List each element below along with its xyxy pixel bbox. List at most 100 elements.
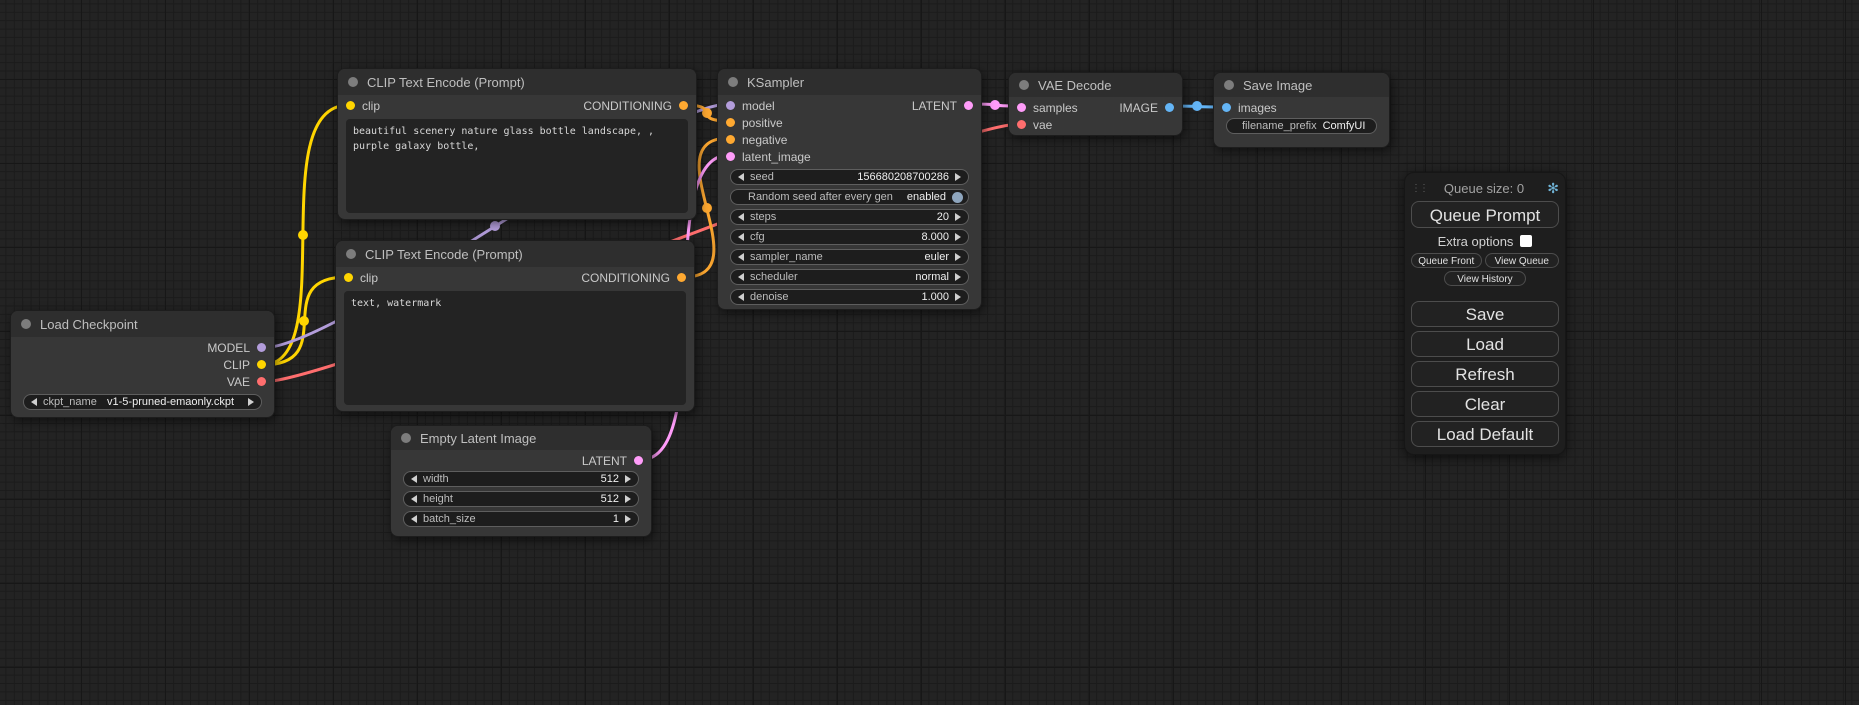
decrement-arrow-icon[interactable] xyxy=(411,495,417,503)
increment-arrow-icon[interactable] xyxy=(955,273,961,281)
denoise-widget[interactable]: denoise 1.000 xyxy=(730,289,969,305)
increment-arrow-icon[interactable] xyxy=(955,293,961,301)
output-latent[interactable]: LATENT xyxy=(391,452,651,469)
output-vae[interactable]: VAE xyxy=(11,373,274,390)
decrement-arrow-icon[interactable] xyxy=(738,173,744,181)
sampler-name-widget[interactable]: sampler_name euler xyxy=(730,249,969,265)
width-widget[interactable]: width 512 xyxy=(403,471,639,487)
collapse-dot-icon[interactable] xyxy=(21,319,31,329)
node-save-image[interactable]: Save Image images filename_prefix ComfyU… xyxy=(1213,72,1390,148)
collapse-dot-icon[interactable] xyxy=(1019,80,1029,90)
model-socket-icon[interactable] xyxy=(257,343,266,352)
conditioning-socket-icon[interactable] xyxy=(679,101,688,110)
increment-arrow-icon[interactable] xyxy=(625,495,631,503)
decrement-arrow-icon[interactable] xyxy=(738,233,744,241)
steps-widget[interactable]: steps 20 xyxy=(730,209,969,225)
input-vae[interactable]: vae xyxy=(1009,116,1182,133)
clip-socket-icon[interactable] xyxy=(344,273,353,282)
drag-handle-icon[interactable]: ⋮⋮ xyxy=(1411,183,1425,194)
conditioning-socket-icon[interactable] xyxy=(726,135,735,144)
decrement-arrow-icon[interactable] xyxy=(738,213,744,221)
refresh-button[interactable]: Refresh xyxy=(1411,361,1559,387)
latent-socket-icon[interactable] xyxy=(1017,103,1026,112)
latent-socket-icon[interactable] xyxy=(726,152,735,161)
collapse-dot-icon[interactable] xyxy=(1224,80,1234,90)
queue-front-button[interactable]: Queue Front xyxy=(1411,253,1482,268)
output-conditioning[interactable]: CONDITIONING xyxy=(581,271,686,285)
view-history-button[interactable]: View History xyxy=(1444,271,1526,286)
input-clip[interactable]: clip xyxy=(346,99,380,113)
increment-arrow-icon[interactable] xyxy=(955,173,961,181)
extra-options-checkbox[interactable] xyxy=(1520,235,1532,247)
node-title-bar[interactable]: Save Image xyxy=(1214,73,1389,97)
input-images[interactable]: images xyxy=(1214,99,1389,116)
decrement-arrow-icon[interactable] xyxy=(738,253,744,261)
latent-socket-icon[interactable] xyxy=(964,101,973,110)
toggle-knob-icon[interactable] xyxy=(952,192,963,203)
output-latent[interactable]: LATENT xyxy=(871,97,981,114)
decrement-arrow-icon[interactable] xyxy=(411,475,417,483)
load-default-button[interactable]: Load Default xyxy=(1411,421,1559,447)
increment-arrow-icon[interactable] xyxy=(625,515,631,523)
increment-arrow-icon[interactable] xyxy=(248,398,254,406)
decrement-arrow-icon[interactable] xyxy=(738,293,744,301)
increment-arrow-icon[interactable] xyxy=(955,253,961,261)
settings-gear-icon[interactable]: ✻ xyxy=(1543,180,1559,197)
node-title-bar[interactable]: KSampler xyxy=(718,69,981,95)
latent-socket-icon[interactable] xyxy=(634,456,643,465)
input-clip[interactable]: clip xyxy=(344,271,378,285)
output-image[interactable]: IMAGE xyxy=(1092,99,1182,116)
decrement-arrow-icon[interactable] xyxy=(411,515,417,523)
prompt-textarea[interactable]: beautiful scenery nature glass bottle la… xyxy=(346,119,688,213)
load-button[interactable]: Load xyxy=(1411,331,1559,357)
image-socket-icon[interactable] xyxy=(1222,103,1231,112)
increment-arrow-icon[interactable] xyxy=(955,213,961,221)
view-queue-button[interactable]: View Queue xyxy=(1485,253,1559,268)
collapse-dot-icon[interactable] xyxy=(346,249,356,259)
output-conditioning[interactable]: CONDITIONING xyxy=(583,99,688,113)
collapse-dot-icon[interactable] xyxy=(401,433,411,443)
node-clip-text-encode-positive[interactable]: CLIP Text Encode (Prompt) clip CONDITION… xyxy=(337,68,697,220)
queue-prompt-button[interactable]: Queue Prompt xyxy=(1411,201,1559,228)
node-empty-latent-image[interactable]: Empty Latent Image LATENT width 512 heig… xyxy=(390,425,652,537)
input-negative[interactable]: negative xyxy=(718,131,981,148)
node-title-bar[interactable]: Empty Latent Image xyxy=(391,426,651,450)
output-model[interactable]: MODEL xyxy=(11,339,274,356)
clip-socket-icon[interactable] xyxy=(346,101,355,110)
conditioning-socket-icon[interactable] xyxy=(677,273,686,282)
node-graph-canvas[interactable]: Load Checkpoint MODEL CLIP VAE ckpt_name… xyxy=(0,0,1859,705)
node-clip-text-encode-negative[interactable]: CLIP Text Encode (Prompt) clip CONDITION… xyxy=(335,240,695,412)
decrement-arrow-icon[interactable] xyxy=(738,273,744,281)
ckpt-name-widget[interactable]: ckpt_name v1-5-pruned-emaonly.ckpt xyxy=(23,394,262,410)
node-title-bar[interactable]: CLIP Text Encode (Prompt) xyxy=(338,69,696,95)
node-ksampler[interactable]: KSampler LATENT model positive negative … xyxy=(717,68,982,310)
input-positive[interactable]: positive xyxy=(718,114,981,131)
scheduler-widget[interactable]: scheduler normal xyxy=(730,269,969,285)
increment-arrow-icon[interactable] xyxy=(625,475,631,483)
cfg-widget[interactable]: cfg 8.000 xyxy=(730,229,969,245)
collapse-dot-icon[interactable] xyxy=(348,77,358,87)
decrement-arrow-icon[interactable] xyxy=(31,398,37,406)
image-socket-icon[interactable] xyxy=(1165,103,1174,112)
vae-socket-icon[interactable] xyxy=(1017,120,1026,129)
model-socket-icon[interactable] xyxy=(726,101,735,110)
vae-socket-icon[interactable] xyxy=(257,377,266,386)
batch-size-widget[interactable]: batch_size 1 xyxy=(403,511,639,527)
node-title-bar[interactable]: Load Checkpoint xyxy=(11,311,274,337)
node-vae-decode[interactable]: VAE Decode IMAGE samples vae xyxy=(1008,72,1183,136)
input-latent-image[interactable]: latent_image xyxy=(718,148,981,165)
height-widget[interactable]: height 512 xyxy=(403,491,639,507)
node-title-bar[interactable]: CLIP Text Encode (Prompt) xyxy=(336,241,694,267)
collapse-dot-icon[interactable] xyxy=(728,77,738,87)
prompt-textarea[interactable]: text, watermark xyxy=(344,291,686,405)
filename-prefix-widget[interactable]: filename_prefix ComfyUI xyxy=(1226,118,1377,134)
clear-button[interactable]: Clear xyxy=(1411,391,1559,417)
save-button[interactable]: Save xyxy=(1411,301,1559,327)
node-title-bar[interactable]: VAE Decode xyxy=(1009,73,1182,97)
seed-widget[interactable]: seed 156680208700286 xyxy=(730,169,969,185)
conditioning-socket-icon[interactable] xyxy=(726,118,735,127)
output-clip[interactable]: CLIP xyxy=(11,356,274,373)
clip-socket-icon[interactable] xyxy=(257,360,266,369)
increment-arrow-icon[interactable] xyxy=(955,233,961,241)
node-load-checkpoint[interactable]: Load Checkpoint MODEL CLIP VAE ckpt_name… xyxy=(10,310,275,418)
